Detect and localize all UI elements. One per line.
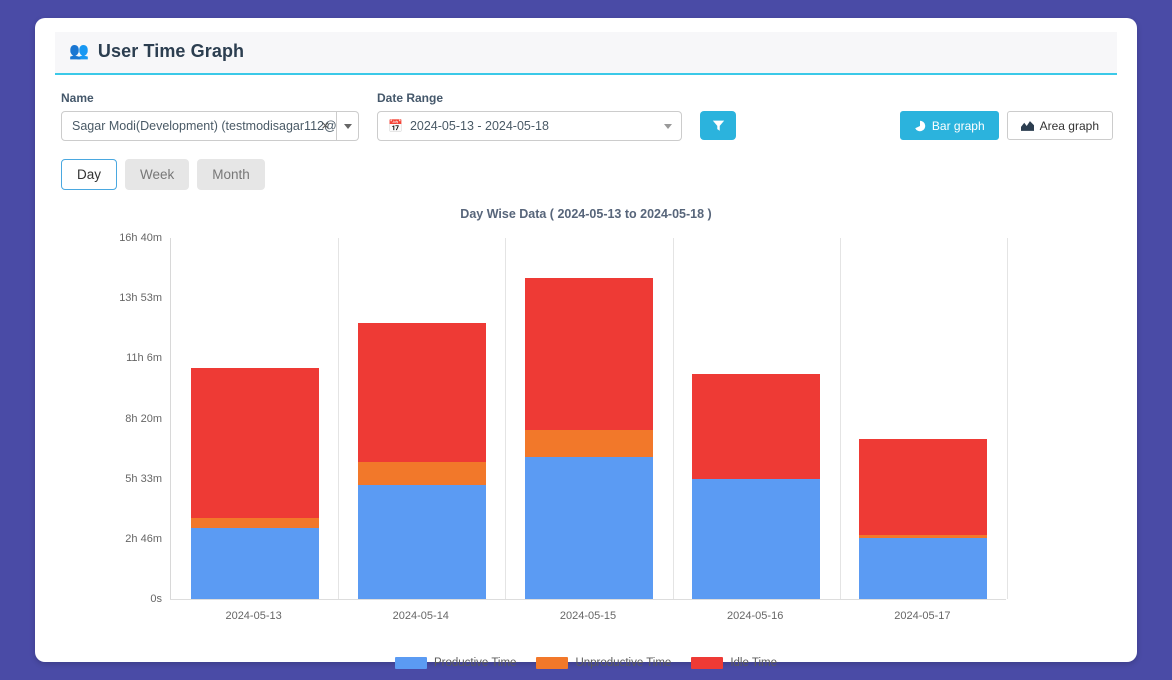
bar-segment-unproductive-time[interactable] bbox=[525, 429, 653, 458]
tab-week-label: Week bbox=[140, 167, 175, 182]
clear-icon[interactable]: ✕ bbox=[321, 120, 330, 133]
pie-chart-icon bbox=[915, 120, 926, 131]
bar-segment-unproductive-time[interactable] bbox=[190, 517, 319, 529]
bar-segment-idle-time[interactable] bbox=[525, 278, 653, 430]
y-axis-tick-label: 0s bbox=[150, 593, 162, 605]
bar-segment-unproductive-time[interactable] bbox=[357, 462, 486, 485]
y-axis-tick-label: 13h 53m bbox=[119, 292, 162, 305]
legend-swatch bbox=[395, 657, 427, 669]
bar-segment-productive-time[interactable] bbox=[190, 528, 319, 599]
bar-stack[interactable] bbox=[190, 367, 319, 599]
legend-label: Productive Time bbox=[434, 657, 517, 669]
legend-item[interactable]: Unproductive Time bbox=[536, 657, 671, 669]
bar-graph-button[interactable]: Bar graph bbox=[899, 111, 999, 140]
date-range-input[interactable]: 📅 2024-05-13 - 2024-05-18 bbox=[377, 111, 682, 141]
y-axis-tick-label: 8h 20m bbox=[125, 412, 162, 425]
chart-area: 0s 2h 46m 5h 33m 8h 20m 11h 6m 13h 53m 16h 40m… bbox=[55, 227, 1115, 647]
name-label: Name bbox=[61, 91, 94, 105]
name-select-input[interactable]: Sagar Modi(Development) (testmodisagar11… bbox=[61, 111, 337, 141]
category-separator bbox=[672, 238, 674, 599]
graph-type-toggle: Bar graph Area graph bbox=[899, 111, 1113, 140]
bar-segment-idle-time[interactable] bbox=[692, 373, 821, 479]
apply-filter-button[interactable] bbox=[700, 111, 736, 140]
chart-baseline bbox=[170, 599, 1006, 600]
chart-legend: Productive Time Unproductive Time Idle Tim… bbox=[55, 657, 1117, 669]
x-axis-tick-label: 2024-05-14 bbox=[392, 610, 449, 622]
users-icon: 👥 bbox=[69, 42, 89, 60]
category-separator bbox=[839, 238, 841, 599]
legend-label: Unproductive Time bbox=[575, 657, 672, 669]
bar-segment-idle-time[interactable] bbox=[190, 367, 319, 518]
name-select-value: Sagar Modi(Development) (testmodisagar11… bbox=[72, 119, 337, 133]
calendar-icon: 📅 bbox=[388, 119, 403, 133]
legend-item[interactable]: Productive Time bbox=[395, 657, 516, 669]
legend-swatch bbox=[536, 657, 569, 669]
filter-bar: Name Sagar Modi(Development) (testmodisa… bbox=[55, 75, 1117, 141]
bar-segment-productive-time[interactable] bbox=[859, 538, 988, 599]
x-axis-tick-label: 2024-05-17 bbox=[894, 610, 951, 622]
tab-day-label: Day bbox=[76, 167, 101, 182]
date-filter-group: Date Range 📅 2024-05-13 - 2024-05-18 bbox=[377, 91, 682, 141]
bar-stack[interactable] bbox=[692, 373, 821, 599]
chart-title: Day Wise Data ( 2024-05-13 to 2024-05-18… bbox=[460, 207, 712, 221]
filter-funnel-icon bbox=[712, 120, 724, 131]
period-tabs: Day Week Month bbox=[55, 141, 1117, 190]
bar-stack[interactable] bbox=[859, 438, 988, 599]
page-background: 👥 User Time Graph Name Sagar Modi(Develo… bbox=[0, 0, 1172, 680]
date-range-value: 2024-05-13 - 2024-05-18 bbox=[409, 119, 549, 133]
bar-stack[interactable] bbox=[525, 278, 653, 599]
bar-segment-productive-time[interactable] bbox=[357, 484, 486, 599]
bar-segment-productive-time[interactable] bbox=[692, 478, 821, 599]
x-axis-tick-label: 2024-05-13 bbox=[225, 610, 282, 622]
tab-day[interactable]: Day bbox=[61, 159, 117, 190]
y-axis-tick-label: 16h 40m bbox=[119, 232, 162, 244]
legend-swatch bbox=[691, 657, 724, 669]
name-select-wrap: Sagar Modi(Development) (testmodisagar11… bbox=[61, 111, 359, 141]
category-separator bbox=[1007, 238, 1008, 599]
tab-month[interactable]: Month bbox=[197, 159, 265, 190]
y-axis-tick-label: 11h 6m bbox=[126, 352, 162, 365]
bar-stack[interactable] bbox=[357, 322, 486, 599]
legend-label: Idle Time bbox=[730, 657, 777, 669]
page-title: User Time Graph bbox=[97, 41, 245, 61]
card-header: 👥 User Time Graph bbox=[55, 32, 1117, 75]
date-range-label: Date Range bbox=[377, 91, 444, 105]
category-separator bbox=[505, 238, 507, 599]
bar-segment-productive-time[interactable] bbox=[525, 457, 653, 599]
area-graph-label: Area graph bbox=[1039, 118, 1099, 133]
name-select-toggle[interactable] bbox=[337, 111, 359, 141]
legend-item[interactable]: Idle Time bbox=[691, 657, 777, 669]
tab-month-label: Month bbox=[212, 167, 250, 182]
name-filter-group: Name Sagar Modi(Development) (testmodisa… bbox=[61, 91, 359, 141]
bar-segment-idle-time[interactable] bbox=[859, 438, 988, 536]
bar-graph-label: Bar graph bbox=[931, 118, 985, 133]
y-axis-tick-label: 2h 46m bbox=[125, 532, 162, 545]
user-time-graph-card: 👥 User Time Graph Name Sagar Modi(Develo… bbox=[35, 18, 1137, 669]
tab-week[interactable]: Week bbox=[125, 159, 190, 190]
area-chart-icon bbox=[1020, 120, 1034, 131]
area-graph-button[interactable]: Area graph bbox=[1006, 111, 1113, 140]
y-axis-tick-label: 5h 33m bbox=[125, 472, 162, 485]
chart-plot: 0s 2h 46m 5h 33m 8h 20m 11h 6m 13h 53m 16h 40m bbox=[119, 232, 1008, 605]
chevron-down-icon bbox=[343, 123, 352, 129]
x-axis-tick-label: 2024-05-16 bbox=[727, 610, 784, 622]
x-axis-tick-label: 2024-05-15 bbox=[559, 610, 617, 622]
bar-segment-idle-time[interactable] bbox=[357, 322, 486, 463]
chevron-down-icon bbox=[664, 123, 672, 129]
category-separator bbox=[338, 238, 340, 599]
